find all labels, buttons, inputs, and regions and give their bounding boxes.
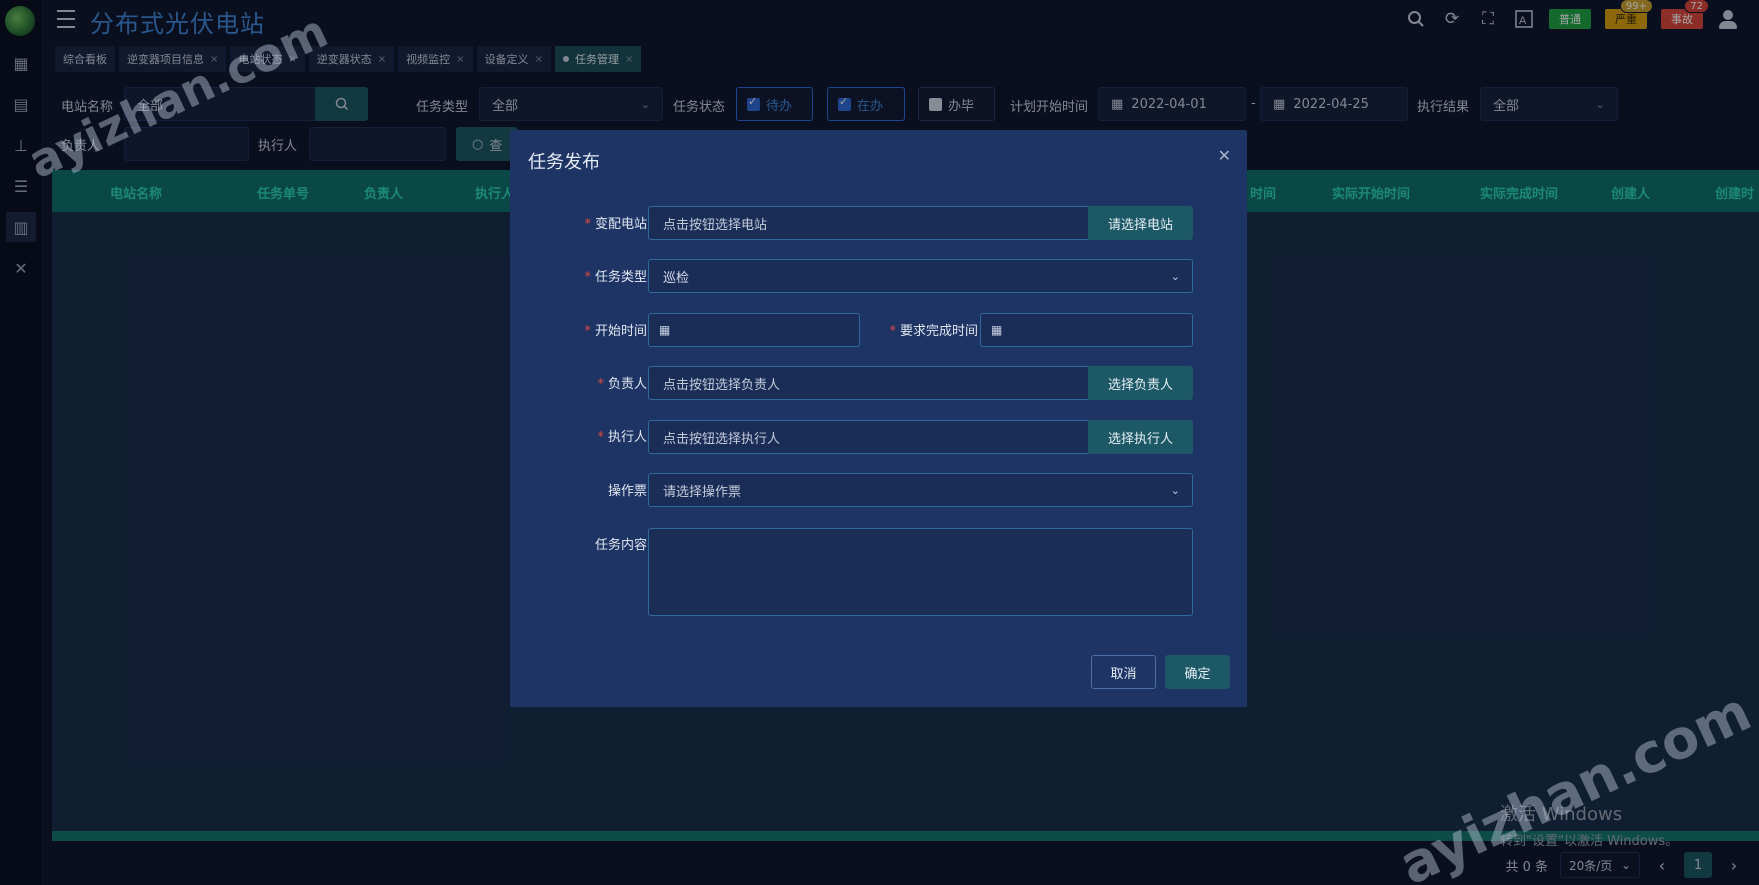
start-time-label: * 开始时间 <box>584 324 647 339</box>
task-publish-dialog: 任务发布 ✕ * 变配电站 点击按钮选择电站 请选择电站 * 任务类型 巡检 ⌄ * 开… <box>510 130 1247 707</box>
chevron-down-icon: ⌄ <box>1170 269 1180 283</box>
owner-field-input[interactable]: 点击按钮选择负责人 <box>648 366 1089 400</box>
start-time-input[interactable]: ▦ <box>648 313 860 347</box>
content-textarea[interactable] <box>648 528 1193 616</box>
task-type-field-select[interactable]: 巡检 ⌄ <box>648 259 1193 293</box>
calendar-icon: ▦ <box>659 323 671 337</box>
executor-field-label: * 执行人 <box>597 430 647 445</box>
select-owner-button[interactable]: 选择负责人 <box>1088 366 1193 400</box>
ticket-field-select[interactable]: 请选择操作票 ⌄ <box>648 473 1193 507</box>
select-station-button[interactable]: 请选择电站 <box>1088 206 1193 240</box>
due-time-label: * 要求完成时间 <box>889 324 978 339</box>
station-field-input[interactable]: 点击按钮选择电站 <box>648 206 1089 240</box>
content-field-label: 任务内容 <box>594 538 647 553</box>
due-time-input[interactable]: ▦ <box>980 313 1193 347</box>
calendar-icon: ▦ <box>991 323 1003 337</box>
task-type-field-label: * 任务类型 <box>584 270 647 285</box>
owner-field-label: * 负责人 <box>597 377 647 392</box>
ticket-field-label: 操作票 <box>607 484 647 499</box>
chevron-down-icon: ⌄ <box>1170 483 1180 497</box>
close-icon[interactable]: ✕ <box>1218 146 1231 165</box>
select-executor-button[interactable]: 选择执行人 <box>1088 420 1193 454</box>
dialog-title: 任务发布 <box>528 152 600 173</box>
executor-field-input[interactable]: 点击按钮选择执行人 <box>648 420 1089 454</box>
cancel-button[interactable]: 取消 <box>1091 655 1156 689</box>
station-field-label: * 变配电站 <box>584 217 647 232</box>
confirm-button[interactable]: 确定 <box>1165 655 1230 689</box>
